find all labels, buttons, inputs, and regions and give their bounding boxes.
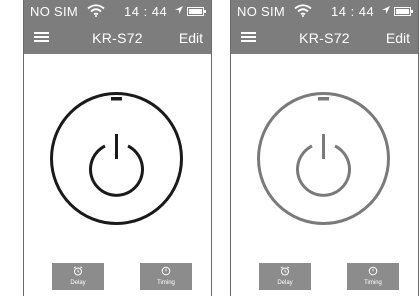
clock-icon xyxy=(161,266,171,276)
timing-label: Timing xyxy=(364,280,382,286)
location-arrow-icon xyxy=(175,6,183,14)
clock-icon xyxy=(368,266,378,276)
delay-label: Delay xyxy=(70,280,86,286)
nav-bar: KR-S72 Edit xyxy=(231,22,418,54)
wifi-icon xyxy=(87,4,105,17)
edit-button[interactable]: Edit xyxy=(179,30,203,46)
status-bar: NO SIM 14 : 44 xyxy=(231,0,418,22)
timing-label: Timing xyxy=(157,280,175,286)
phone-screen-on: NO SIM 14 : 44 KR-S72 Edit Delay Timing xyxy=(23,0,212,296)
location-arrow-icon xyxy=(382,6,390,14)
battery-icon xyxy=(394,7,413,16)
clock-label: 14 : 44 xyxy=(124,4,168,19)
battery-icon xyxy=(187,7,206,16)
delay-button[interactable]: Delay xyxy=(52,263,104,290)
power-button[interactable] xyxy=(49,91,184,226)
timing-button[interactable]: Timing xyxy=(140,263,192,290)
delay-button[interactable]: Delay xyxy=(259,263,311,290)
power-button[interactable] xyxy=(256,91,391,226)
carrier-label: NO SIM xyxy=(237,4,286,19)
status-bar: NO SIM 14 : 44 xyxy=(24,0,211,22)
nav-bar: KR-S72 Edit xyxy=(24,22,211,54)
edit-button[interactable]: Edit xyxy=(386,30,410,46)
delay-label: Delay xyxy=(277,280,293,286)
timing-button[interactable]: Timing xyxy=(347,263,399,290)
clock-label: 14 : 44 xyxy=(331,4,375,19)
carrier-label: NO SIM xyxy=(30,4,79,19)
alarm-clock-icon xyxy=(73,266,83,276)
phone-screen-off: NO SIM 14 : 44 KR-S72 Edit Delay Timing xyxy=(230,0,419,296)
alarm-clock-icon xyxy=(280,266,290,276)
wifi-icon xyxy=(294,4,312,17)
